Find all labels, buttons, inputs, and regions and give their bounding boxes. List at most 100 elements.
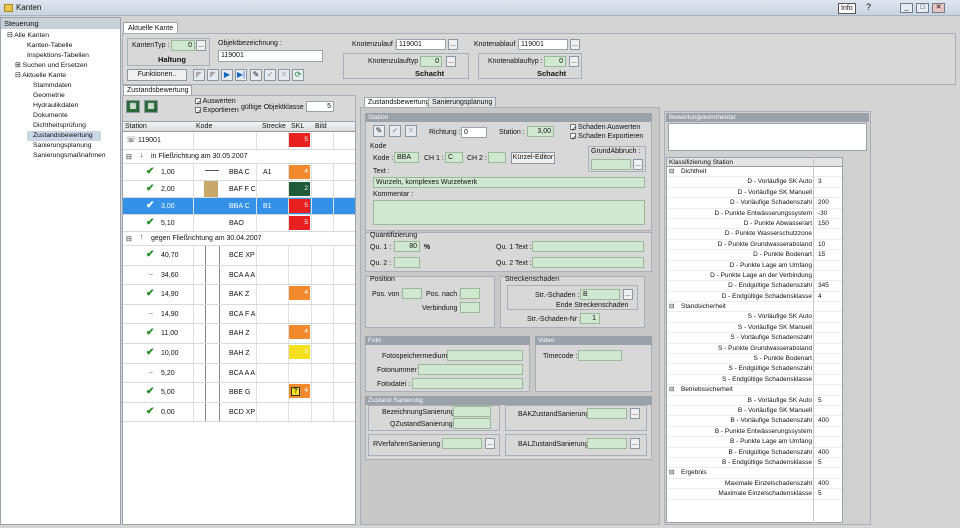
klass-row[interactable]: D - Endgültige Schadensklasse 4 — [667, 292, 842, 303]
knotenzulauftyp-field[interactable]: 0 — [420, 56, 442, 67]
fotospeichermedium-field[interactable] — [447, 350, 523, 361]
bewertungskommentar-field[interactable] — [668, 123, 867, 151]
nav-sub-zustandsbewertung[interactable]: Zustandsbewertung — [27, 131, 101, 141]
str-schaden-picker-button[interactable]: ... — [623, 289, 633, 300]
group-collapse-icon[interactable]: ⊟ — [669, 167, 674, 177]
klass-row[interactable]: S - Vorläufige SK Auto — [667, 312, 842, 323]
auswerten-tool-icon[interactable]: ▦ — [126, 100, 140, 113]
group-collapse-icon[interactable]: ⊟ — [669, 468, 674, 478]
klass-row[interactable]: B - Vorläufige SK Auto 5 — [667, 396, 842, 406]
grid-row[interactable]: ✔ 5,10 BAO 5 — [123, 215, 355, 232]
kantentyp-field[interactable]: 0 — [171, 40, 195, 51]
klass-group-row[interactable]: ⊟ Ergebnis — [667, 468, 842, 479]
rverfahren-picker-button[interactable]: ... — [485, 438, 495, 449]
station-cancel-icon[interactable]: ✕ — [405, 125, 417, 137]
klass-row[interactable]: D - Punkte Bodenart 15 — [667, 250, 842, 261]
nav-sub-dichtheit[interactable]: Dichtheitsprüfung — [7, 121, 120, 131]
klass-row[interactable]: S - Vorläufige Schadenszahl — [667, 333, 842, 344]
bak-zustand-field[interactable] — [587, 408, 627, 419]
klass-row[interactable]: B - Vorläufige Schadenszahl 400 — [667, 416, 842, 427]
nav-group-aktuelle-kante[interactable]: ⊟ Aktuelle Kante — [7, 71, 120, 81]
klass-row[interactable]: D - Vorläufige SK Manuell — [667, 188, 842, 199]
next-record-icon[interactable]: ▶ — [221, 69, 233, 81]
ch2-field[interactable] — [488, 152, 506, 163]
bal-zustand-picker-button[interactable]: ... — [630, 438, 640, 449]
klass-row[interactable]: D - Vorläufige SK Auto 3 — [667, 177, 842, 188]
gueltige-objektklasse-field[interactable]: 5 — [306, 101, 334, 112]
prev-record-icon[interactable]: ◤ — [207, 69, 219, 81]
klass-row[interactable]: D - Punkte Lage an der Verbindung — [667, 271, 842, 282]
knotenzulauftyp-picker-button[interactable]: ... — [446, 56, 456, 67]
last-record-icon[interactable]: ▶| — [235, 69, 247, 81]
qzustand-sanierung-field[interactable] — [453, 418, 491, 429]
klass-row[interactable]: D - Vorläufige Schadenszahl 200 — [667, 198, 842, 209]
schaden-exportieren-checkbox[interactable]: ✓ Schaden Exportieren — [570, 133, 643, 142]
grid-row[interactable]: ✔ 5,00 BBE G? 4 — [123, 383, 355, 403]
edit-record-icon[interactable]: ✎ — [250, 69, 262, 81]
station-save-icon[interactable]: ✔ — [389, 125, 401, 137]
refresh-icon[interactable]: ⟳ — [292, 69, 304, 81]
nav-item-suchen[interactable]: ⊞ Suchen und Ersetzen — [7, 61, 120, 71]
grid-row[interactable]: ✔ 40,70 BCE XP — [123, 246, 355, 266]
klass-row[interactable]: B - Punkte Lage am Umfang — [667, 437, 842, 448]
bezeichnung-sanierung-field[interactable] — [453, 406, 491, 417]
str-schaden-nr-field[interactable]: 1 — [580, 313, 600, 324]
nav-sub-hydraulikdaten[interactable]: Hydraulikdaten — [7, 101, 120, 111]
first-record-icon[interactable]: ◤ — [193, 69, 205, 81]
pos-nach-field[interactable] — [460, 288, 480, 299]
grid-group-against-flow[interactable]: ⊟ ↑ gegen Fließrichtung am 30.04.2007 — [123, 232, 355, 246]
nav-item-inspektions-tabellen[interactable]: Inspektions-Tabellen — [7, 51, 120, 61]
group-collapse-icon[interactable]: ⊟ — [126, 153, 132, 161]
station-edit-icon[interactable]: ✎ — [373, 125, 385, 137]
fotodatei-field[interactable] — [412, 378, 523, 389]
exportieren-checkbox[interactable]: ✓ Exportieren — [195, 107, 239, 116]
col-kode[interactable]: Kode — [196, 123, 212, 130]
klass-row[interactable]: D - Punkte Grundwasserabstand 10 — [667, 240, 842, 251]
qu1-field[interactable]: 80 — [394, 241, 420, 252]
exportieren-tool-icon[interactable]: ▦ — [144, 100, 158, 113]
bak-zustand-picker-button[interactable]: ... — [630, 408, 640, 419]
klass-group-row[interactable]: ⊟ Standsicherheit — [667, 302, 842, 313]
grid-row[interactable]: ✔ 3,00 BBA C B1 5 — [123, 198, 355, 215]
klass-row[interactable]: B - Punkte Entwässerungssystem — [667, 427, 842, 438]
help-icon[interactable]: ? — [866, 2, 871, 12]
save-record-icon[interactable]: ✔ — [264, 69, 276, 81]
group-collapse-icon[interactable]: ⊟ — [669, 385, 674, 395]
nav-sub-sanierungsplanung[interactable]: Sanierungsplanung — [7, 141, 120, 151]
nav-sub-stammdaten[interactable]: Stammdaten — [7, 81, 120, 91]
klass-row[interactable]: B - Endgültige Schadenszahl 400 — [667, 448, 842, 458]
schaden-auswerten-checkbox[interactable]: ✓ Schaden Auswerten — [570, 124, 640, 133]
group-collapse-icon[interactable]: ⊟ — [669, 302, 674, 312]
objektbezeichnung-field[interactable]: 119001 — [218, 50, 323, 62]
timecode-field[interactable] — [578, 350, 622, 361]
kommentar-field[interactable] — [373, 200, 645, 225]
klass-row[interactable]: Maximale Einzelschadenszahl 400 — [667, 479, 842, 490]
pos-von-field[interactable] — [402, 288, 422, 299]
col-station[interactable]: Station — [125, 123, 147, 130]
knotenzulauf-picker-button[interactable]: ... — [448, 39, 458, 50]
tab-sanierungsplanung[interactable]: Sanierungsplanung — [428, 97, 497, 107]
nav-sub-geometrie[interactable]: Geometrie — [7, 91, 120, 101]
knotenzulauf-field[interactable]: 119001 — [396, 39, 446, 50]
col-bild[interactable]: Bild — [315, 123, 327, 130]
klass-row[interactable]: D - Punkte Abwasserart 150 — [667, 219, 842, 230]
nav-sub-sanierungsmassnahmen[interactable]: Sanierungsmaßnahmen — [7, 151, 120, 161]
grundabbruch-field[interactable] — [591, 159, 631, 170]
qu2-field[interactable] — [394, 257, 420, 268]
rverfahren-field[interactable] — [442, 438, 482, 449]
knotenablauftyp-picker-button[interactable]: ... — [569, 56, 579, 67]
grid-row[interactable]: –14,90 BCA F A — [123, 304, 355, 325]
grid-row[interactable]: ✔ 10,00 BAH Z 3 — [123, 343, 355, 364]
funktionen-button[interactable]: Funktionen.. — [127, 69, 187, 81]
klass-row[interactable]: S - Punkte Grundwasserabstand — [667, 344, 842, 355]
col-strecke[interactable]: Strecke — [262, 123, 286, 130]
klass-group-row[interactable]: ⊟ Dichtheit — [667, 167, 842, 178]
grundabbruch-picker-button[interactable]: ... — [633, 159, 643, 170]
klass-group-row[interactable]: ⊟ Betriebssicherheit — [667, 385, 842, 396]
richtung-field[interactable]: 0 — [461, 127, 487, 138]
grid-row[interactable]: ✔ 1,00 BBA C A1 4 — [123, 164, 355, 181]
tab-aktuelle-kante[interactable]: Aktuelle Kante — [123, 22, 179, 33]
knotenablauf-picker-button[interactable]: ... — [570, 39, 580, 50]
station-field[interactable]: 3,00 — [527, 126, 554, 137]
klass-row[interactable]: D - Punkte Entwässerungssystem -30 — [667, 209, 842, 219]
